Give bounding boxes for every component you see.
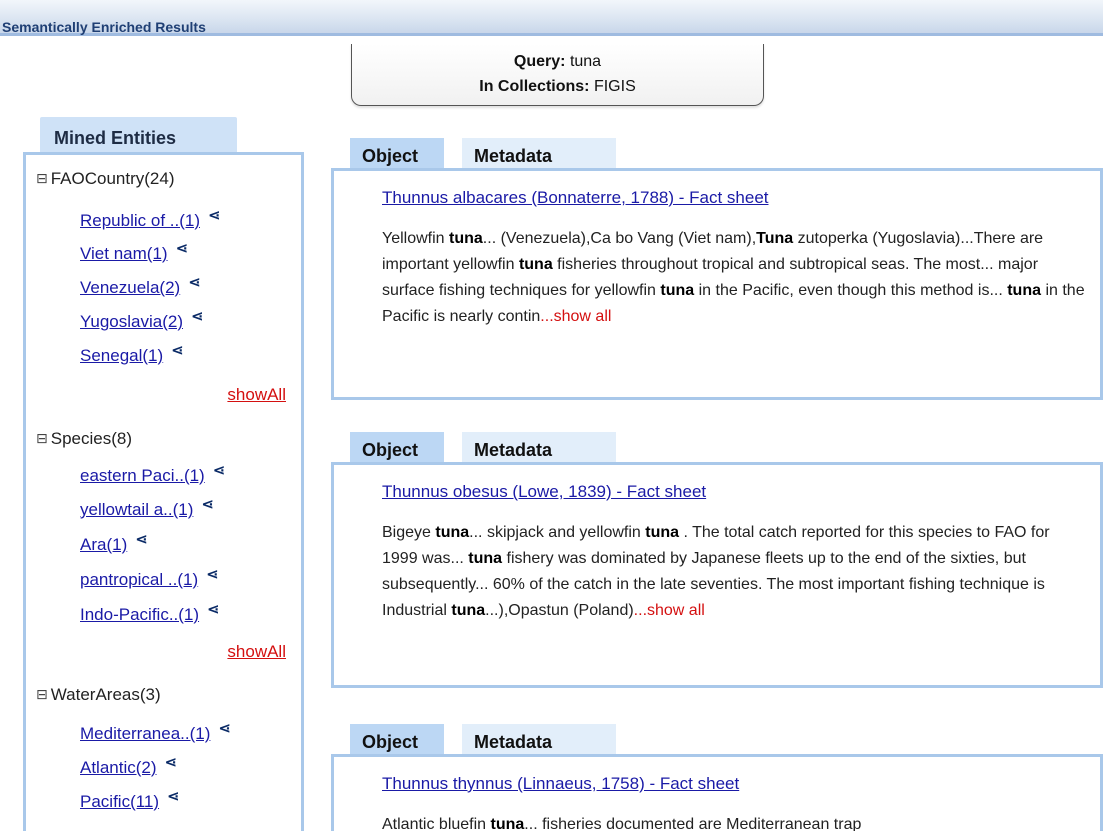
show-all-link[interactable]: ...show all [634, 602, 705, 619]
entity-label[interactable]: eastern Paci..(1) [80, 466, 205, 485]
entity-label[interactable]: Yugoslavia(2) [80, 312, 183, 331]
result-snippet: Atlantic bluefin tuna... fisheries docum… [382, 812, 1087, 831]
collections-label: In Collections: [479, 78, 590, 95]
result-title-link[interactable]: Thunnus albacares (Bonnaterre, 1788) - F… [382, 188, 769, 208]
result-panel: Thunnus thynnus (Linnaeus, 1758) - Fact … [331, 754, 1103, 831]
result-title-link[interactable]: Thunnus thynnus (Linnaeus, 1758) - Fact … [382, 774, 739, 794]
entity-link[interactable]: Ara(1) ⋖ [80, 531, 148, 555]
result-title-link[interactable]: Thunnus obesus (Lowe, 1839) - Fact sheet [382, 482, 706, 502]
result-snippet: Yellowfin tuna... (Venezuela),Ca bo Vang… [382, 226, 1087, 330]
category-label: Species(8) [50, 429, 132, 448]
query-label: Query: [513, 53, 566, 70]
share-icon[interactable]: ⋖ [207, 600, 220, 618]
collapse-toggle-icon[interactable]: ⊟ [36, 686, 48, 702]
entity-link[interactable]: Republic of ..(1) ⋖ [80, 207, 221, 231]
highlight-term: tuna [490, 816, 525, 831]
highlight-term: tuna [660, 282, 695, 299]
entity-label[interactable]: Indo-Pacific..(1) [80, 605, 199, 624]
result-panel: Thunnus albacares (Bonnaterre, 1788) - F… [331, 168, 1103, 400]
share-icon[interactable]: ⋖ [201, 495, 214, 513]
snippet-text: Atlantic bluefin tuna... fisheries docum… [382, 816, 862, 831]
share-icon[interactable]: ⋖ [206, 565, 219, 583]
tab-object[interactable]: Object [350, 432, 444, 462]
share-icon[interactable]: ⋖ [213, 461, 226, 479]
tab-metadata[interactable]: Metadata [462, 432, 616, 462]
query-summary-box: Query: tuna In Collections: FIGIS [351, 44, 764, 106]
entity-label[interactable]: Mediterranea..(1) [80, 724, 210, 743]
entity-link[interactable]: Venezuela(2) ⋖ [80, 274, 201, 298]
entity-link[interactable]: Mediterranea..(1) ⋖ [80, 720, 231, 744]
query-value: tuna [569, 53, 602, 70]
category-species[interactable]: ⊟ Species(8) [36, 429, 132, 449]
entity-link[interactable]: Yugoslavia(2) ⋖ [80, 308, 204, 332]
collapse-toggle-icon[interactable]: ⊟ [36, 430, 48, 446]
tab-metadata[interactable]: Metadata [462, 724, 616, 754]
highlight-term: tuna [1007, 282, 1041, 299]
highlight-term: tuna [449, 230, 483, 247]
window-title-bar: Semantically Enriched Results [0, 0, 1103, 36]
entity-label[interactable]: pantropical ..(1) [80, 570, 198, 589]
page-title: Semantically Enriched Results [2, 19, 206, 35]
result-card: Object Metadata Thunnus albacares (Bonna… [331, 138, 1103, 400]
tab-object[interactable]: Object [350, 138, 444, 168]
entity-label[interactable]: Viet nam(1) [80, 244, 168, 263]
query-row: Query: tuna [352, 49, 763, 74]
highlight-term: tuna [435, 524, 470, 541]
category-waterareas[interactable]: ⊟ WaterAreas(3) [36, 685, 161, 705]
entity-label[interactable]: Pacific(11) [80, 792, 159, 811]
tab-metadata[interactable]: Metadata [462, 138, 616, 168]
result-card: Object Metadata Thunnus obesus (Lowe, 18… [331, 432, 1103, 690]
highlight-term: tuna [451, 602, 486, 619]
result-card: Object Metadata Thunnus thynnus (Linnaeu… [331, 724, 1103, 831]
category-label: FAOCountry(24) [50, 169, 175, 188]
share-icon[interactable]: ⋖ [165, 753, 178, 771]
entity-label[interactable]: yellowtail a..(1) [80, 500, 193, 519]
entity-link[interactable]: Viet nam(1) ⋖ [80, 240, 188, 264]
entity-link[interactable]: pantropical ..(1) ⋖ [80, 566, 219, 590]
entity-link[interactable]: Atlantic(2) ⋖ [80, 754, 177, 778]
entity-link[interactable]: Indo-Pacific..(1) ⋖ [80, 601, 220, 625]
category-faocountry[interactable]: ⊟ FAOCountry(24) [36, 169, 175, 189]
show-all-link[interactable]: ...show all [540, 308, 611, 325]
tab-object[interactable]: Object [350, 724, 444, 754]
collections-value: FIGIS [593, 78, 636, 95]
mined-entities-panel: ⊟ FAOCountry(24) Republic of ..(1) ⋖ Viet … [23, 152, 304, 831]
collections-row: In Collections: FIGIS [352, 74, 763, 99]
highlight-term: Tuna [756, 230, 794, 247]
share-icon[interactable]: ⋖ [208, 206, 221, 224]
highlight-term: tuna [468, 550, 503, 567]
share-icon[interactable]: ⋖ [191, 307, 204, 325]
show-all-link[interactable]: showAll [227, 385, 286, 405]
highlight-term: tuna [518, 256, 553, 273]
tab-mined-entities[interactable]: Mined Entities [40, 117, 237, 152]
result-panel: Thunnus obesus (Lowe, 1839) - Fact sheet… [331, 462, 1103, 688]
entity-link[interactable]: Senegal(1) ⋖ [80, 342, 184, 366]
collapse-toggle-icon[interactable]: ⊟ [36, 170, 48, 186]
show-all-link[interactable]: showAll [227, 642, 286, 662]
entity-label[interactable]: Atlantic(2) [80, 758, 157, 777]
highlight-term: tuna [645, 524, 680, 541]
snippet-text: Yellowfin tuna... (Venezuela),Ca bo Vang… [382, 230, 1085, 325]
entity-label[interactable]: Ara(1) [80, 535, 127, 554]
entity-link[interactable]: Pacific(11) ⋖ [80, 788, 180, 812]
result-snippet: Bigeye tuna... skipjack and yellowfin tu… [382, 520, 1087, 624]
entity-label[interactable]: Venezuela(2) [80, 278, 180, 297]
entity-label[interactable]: Republic of ..(1) [80, 211, 200, 230]
share-icon[interactable]: ⋖ [135, 530, 148, 548]
entity-label[interactable]: Senegal(1) [80, 346, 163, 365]
share-icon[interactable]: ⋖ [176, 239, 189, 257]
entity-link[interactable]: yellowtail a..(1) ⋖ [80, 496, 214, 520]
snippet-text: Bigeye tuna... skipjack and yellowfin tu… [382, 524, 1050, 619]
share-icon[interactable]: ⋖ [171, 341, 184, 359]
share-icon[interactable]: ⋖ [167, 787, 180, 805]
category-label: WaterAreas(3) [50, 685, 161, 704]
share-icon[interactable]: ⋖ [218, 719, 231, 737]
entity-link[interactable]: eastern Paci..(1) ⋖ [80, 462, 225, 486]
share-icon[interactable]: ⋖ [188, 273, 201, 291]
